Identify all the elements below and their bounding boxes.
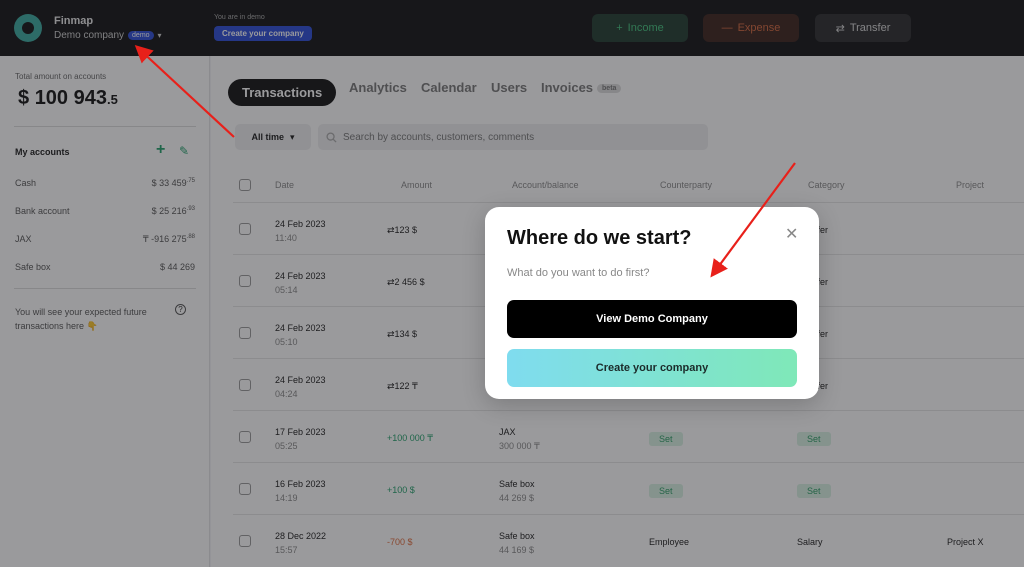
view-demo-company-button[interactable]: View Demo Company <box>507 300 797 338</box>
create-your-company-button[interactable]: Create your company <box>507 349 797 387</box>
close-icon[interactable]: ✕ <box>785 227 798 243</box>
modal-subtitle: What do you want to do first? <box>507 267 650 279</box>
modal-title: Where do we start? <box>507 227 692 249</box>
onboarding-modal: Where do we start? ✕ What do you want to… <box>485 207 819 399</box>
